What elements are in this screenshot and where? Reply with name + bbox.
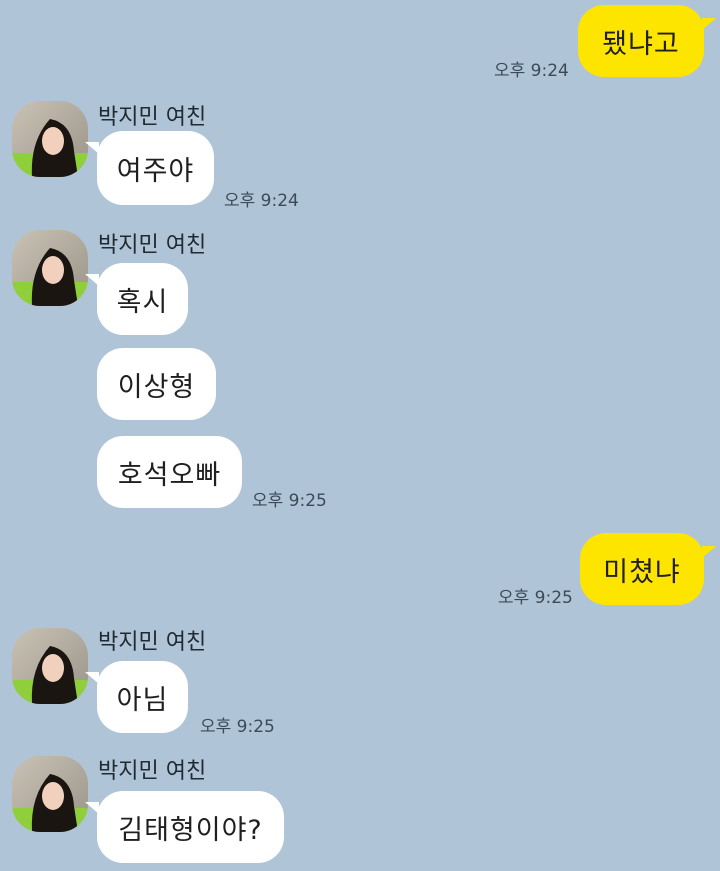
sender-name: 박지민 여친 (98, 233, 207, 258)
message-time: 오후 9:25 (252, 491, 327, 511)
bubble-tail (85, 274, 99, 286)
sender-name: 박지민 여친 (98, 105, 207, 130)
avatar[interactable] (12, 628, 88, 704)
profile-photo-avatar-icon (12, 628, 88, 704)
message-text: 김태형이야? (118, 814, 263, 846)
message-time: 오후 9:25 (498, 588, 573, 608)
their-message-bubble[interactable]: 아님 (97, 661, 188, 733)
message-text: 미쳤냐 (603, 556, 681, 588)
message-text: 이상형 (117, 371, 196, 403)
their-message-bubble[interactable]: 여주야 (97, 131, 214, 205)
bubble-tail (85, 802, 99, 814)
message-text: 혹시 (116, 286, 169, 318)
profile-photo-avatar-icon (12, 230, 88, 306)
message-time: 오후 9:24 (494, 61, 569, 81)
bubble-tail (702, 546, 716, 558)
their-message-bubble[interactable]: 이상형 (97, 348, 216, 420)
message-text: 여주야 (116, 155, 195, 187)
bubble-tail (85, 142, 99, 154)
message-time: 오후 9:25 (200, 717, 275, 737)
sender-name: 박지민 여친 (98, 630, 207, 655)
my-message-bubble[interactable]: 됐냐고 (578, 5, 704, 77)
message-time: 오후 9:24 (224, 191, 299, 211)
their-message-bubble[interactable]: 김태형이야? (97, 791, 284, 863)
avatar[interactable] (12, 230, 88, 306)
my-message-bubble[interactable]: 미쳤냐 (580, 533, 704, 605)
profile-photo-avatar-icon (12, 101, 88, 177)
their-message-bubble[interactable]: 혹시 (97, 263, 188, 335)
their-message-bubble[interactable]: 호석오빠 (97, 436, 242, 508)
bubble-tail (85, 672, 99, 684)
sender-name: 박지민 여친 (98, 759, 207, 784)
avatar[interactable] (12, 101, 88, 177)
bubble-tail (702, 18, 716, 30)
avatar[interactable] (12, 756, 88, 832)
message-text: 됐냐고 (602, 28, 680, 60)
message-text: 호석오빠 (117, 459, 222, 491)
message-text: 아님 (116, 684, 169, 716)
profile-photo-avatar-icon (12, 756, 88, 832)
